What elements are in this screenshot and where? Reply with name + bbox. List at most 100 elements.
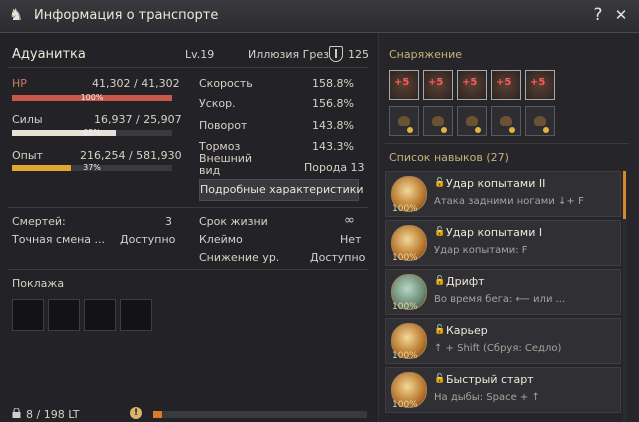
skill-name: Удар копытами I — [446, 226, 543, 239]
scrollbar-thumb[interactable] — [623, 171, 626, 219]
skill-item[interactable]: 100% 🔓 Удар копытами II Атака задними но… — [385, 171, 621, 217]
equipment-slot-empty[interactable] — [389, 106, 419, 136]
enhance-level: +5 — [394, 77, 410, 88]
window-title: Информация о транспорте — [34, 8, 219, 23]
transport-info-window: ♞ Информация о транспорте ? ✕ Адуанитка … — [0, 0, 639, 422]
skill-name: Карьер — [446, 324, 488, 337]
mount-stats-panel: Адуанитка Lv.19 Иллюзия Грез 125 HP 41,3… — [0, 33, 378, 422]
equipment-slot-empty[interactable] — [491, 106, 521, 136]
lifespan-value: ∞ — [344, 213, 355, 228]
stamina-value: 16,937 / 25,907 — [94, 113, 182, 126]
level-down-value: Доступно — [310, 251, 366, 264]
weight-bar-fill — [153, 411, 162, 418]
exp-bar: 37% — [12, 163, 172, 172]
speed-value: 158.8% — [312, 77, 354, 90]
level-down-label: Снижение ур. — [199, 251, 280, 264]
skill-item[interactable]: 100% 🔓 Удар копытами I Удар копытами: F — [385, 220, 621, 266]
skill-item[interactable]: 100% 🔓 Дрифт Во время бега: ⟵ или ... — [385, 269, 621, 315]
skill-percent: 100% — [392, 351, 418, 361]
skill-item[interactable]: 100% 🔓 Карьер ↑ + Shift (Сбруя: Седло) — [385, 318, 621, 364]
equipment-slot[interactable]: +5 — [423, 70, 453, 100]
lock-icon: 🔓 — [434, 325, 446, 335]
equipment-slot-empty[interactable] — [423, 106, 453, 136]
illusion-label: Иллюзия Грез — [248, 48, 329, 61]
skill-scrollbar[interactable] — [623, 171, 626, 422]
brake-value: 143.3% — [312, 140, 354, 153]
shield-icon — [329, 46, 343, 62]
skill-percent: 100% — [392, 400, 418, 410]
mount-level: Lv.19 — [185, 48, 215, 61]
enhance-level: +5 — [428, 77, 444, 88]
detailed-stats-button[interactable]: Подробные характеристики — [199, 179, 364, 201]
brand-label: Клеймо — [199, 233, 243, 246]
brand-value: Нет — [340, 233, 362, 246]
lock-icon: 🔓 — [434, 374, 446, 384]
equipment-slot[interactable]: +5 — [457, 70, 487, 100]
weight-bar — [153, 411, 367, 418]
appearance-label: Внешний вид — [199, 152, 253, 177]
divider — [8, 67, 368, 68]
stamina-percent: 65% — [83, 128, 101, 137]
equipment-slot[interactable]: +5 — [389, 70, 419, 100]
skill-percent: 100% — [392, 302, 418, 312]
cargo-weight: 8 / 198 LT — [26, 408, 80, 421]
deaths-label: Смертей: — [12, 215, 66, 228]
stamina-label: Силы — [12, 113, 43, 126]
appearance-value: Порода 13 — [304, 161, 365, 174]
mount-name: Адуанитка — [12, 47, 86, 62]
cargo-slot[interactable] — [48, 299, 80, 331]
close-button[interactable]: ✕ — [611, 5, 631, 25]
skill-desc: Во время бега: ⟵ или ... — [434, 294, 566, 305]
stamina-bar: 65% — [12, 128, 172, 137]
illusion-value: 125 — [348, 48, 369, 61]
skill-desc: На дыбы: Space + ↑ — [434, 392, 540, 403]
weight-icon — [12, 408, 21, 418]
change-value: Доступно — [120, 233, 176, 246]
skill-item[interactable]: 100% 🔓 Быстрый старт На дыбы: Space + ↑ — [385, 367, 621, 413]
skill-percent: 100% — [392, 253, 418, 263]
hp-value: 41,302 / 41,302 — [92, 77, 180, 90]
lock-icon: 🔓 — [434, 276, 446, 286]
accel-value: 156.8% — [312, 97, 354, 110]
cargo-title: Поклажа — [12, 277, 65, 290]
change-label: Точная смена ... — [12, 233, 106, 246]
lifespan-label: Срок жизни — [199, 215, 268, 228]
deaths-value: 3 — [165, 215, 172, 228]
help-button[interactable]: ? — [588, 5, 608, 25]
skill-name: Удар копытами II — [446, 177, 546, 190]
divider — [8, 269, 368, 270]
equipment-slot[interactable]: +5 — [525, 70, 555, 100]
exp-value: 216,254 / 581,930 — [80, 149, 182, 162]
equipment-slot[interactable]: +5 — [491, 70, 521, 100]
enhance-level: +5 — [530, 77, 546, 88]
equipment-skills-panel: Снаряжение +5 +5 +5 +5 +5 Список навыков… — [378, 33, 639, 422]
turn-value: 143.8% — [312, 119, 354, 132]
title-bar[interactable]: ♞ Информация о транспорте ? ✕ — [0, 0, 639, 33]
hp-label: HP — [12, 77, 27, 90]
skill-desc: Атака задними ногами ↓+ F — [434, 196, 584, 207]
exp-label: Опыт — [12, 149, 43, 162]
cargo-slot[interactable] — [84, 299, 116, 331]
warning-icon: ! — [130, 407, 142, 419]
coin-icon — [475, 127, 481, 133]
equipment-title: Снаряжение — [389, 48, 462, 61]
turn-label: Поворот — [199, 119, 248, 132]
equipment-slot-empty[interactable] — [525, 106, 555, 136]
equipment-slot-empty[interactable] — [457, 106, 487, 136]
enhance-level: +5 — [496, 77, 512, 88]
cargo-slot[interactable] — [120, 299, 152, 331]
cargo-slot[interactable] — [12, 299, 44, 331]
hp-bar: 100% — [12, 93, 172, 102]
hp-percent: 100% — [80, 93, 104, 102]
coin-icon — [543, 127, 549, 133]
coin-icon — [509, 127, 515, 133]
exp-percent: 37% — [83, 163, 101, 172]
skills-title: Список навыков (27) — [389, 151, 509, 164]
skill-list[interactable]: 100% 🔓 Удар копытами II Атака задними но… — [385, 171, 621, 422]
divider — [8, 207, 368, 208]
skill-name: Дрифт — [446, 275, 485, 288]
enhance-level: +5 — [462, 77, 478, 88]
accel-label: Ускор. — [199, 97, 236, 110]
lock-icon: 🔓 — [434, 178, 446, 188]
speed-label: Скорость — [199, 77, 253, 90]
